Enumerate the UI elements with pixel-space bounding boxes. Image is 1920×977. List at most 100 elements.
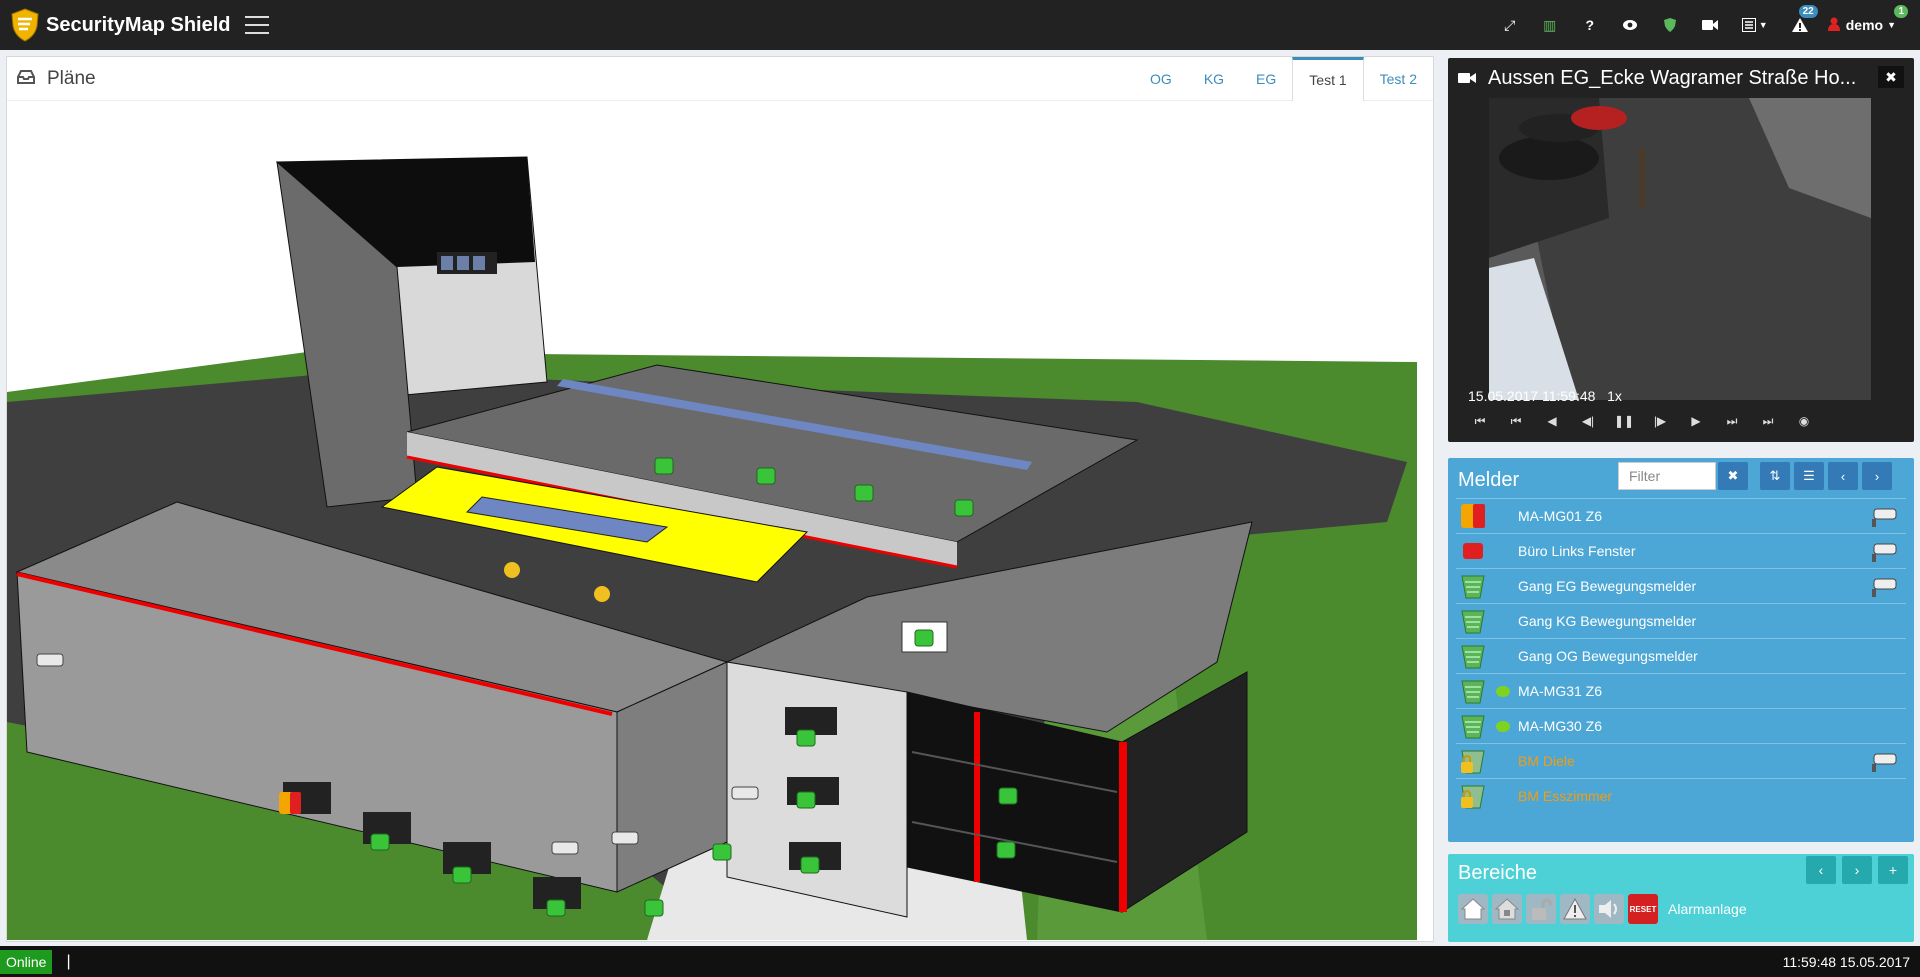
step-forward-icon[interactable]: ⏭ [1714, 410, 1750, 432]
eye-icon[interactable]: ◉ [1786, 410, 1822, 432]
building-3d-plan[interactable] [7, 102, 1421, 940]
area-actions: RESET Alarmanlage [1458, 894, 1747, 924]
camera-icon[interactable] [1870, 540, 1898, 562]
detector-icon [1461, 680, 1485, 704]
locked-detector-icon [1461, 750, 1485, 774]
melder-label: BM Diele [1518, 753, 1575, 769]
app-title: SecurityMap Shield [46, 13, 231, 36]
brand[interactable]: SecurityMap Shield [0, 8, 231, 42]
comment-icon [1496, 685, 1510, 697]
detector-icon [1461, 645, 1485, 669]
locked-detector-icon [1461, 785, 1485, 809]
command-input[interactable]: | [66, 953, 70, 971]
camera-video[interactable] [1489, 98, 1871, 400]
melder-label: Gang OG Bewegungsmelder [1518, 648, 1698, 664]
plans-title: Pläne [47, 67, 96, 89]
melder-panel: Melder Filter ✖ ⇅ ☰ ‹ › MA-MG01 Z6 Büro … [1448, 458, 1914, 842]
list-item[interactable]: Gang EG Bewegungsmelder [1456, 568, 1906, 603]
melder-label: Gang EG Bewegungsmelder [1518, 578, 1697, 594]
video-camera-icon[interactable] [1690, 0, 1730, 50]
frame-forward-icon[interactable]: |▶ [1642, 410, 1678, 432]
melder-label: MA-MG30 Z6 [1518, 718, 1603, 734]
camera-icon[interactable] [1870, 575, 1898, 597]
skip-first-icon[interactable]: ⏮ [1462, 410, 1498, 432]
camera-panel: Aussen EG_Ecke Wagramer Straße Ho... ✖ 1… [1448, 58, 1914, 442]
melder-label: Gang KG Bewegungsmelder [1518, 613, 1697, 629]
tab-eg[interactable]: EG [1240, 57, 1292, 101]
warning-icon[interactable] [1560, 894, 1590, 924]
play-icon[interactable]: ▶ [1678, 410, 1714, 432]
camera-icon[interactable] [1870, 505, 1898, 527]
step-back-icon[interactable]: ⏮ [1498, 410, 1534, 432]
plans-header: Pläne OG KG EG Test 1 Test 2 [7, 56, 1433, 101]
sidebar-toggle-button[interactable] [244, 16, 269, 34]
tab-kg[interactable]: KG [1188, 57, 1240, 101]
unlock-icon[interactable] [1526, 894, 1556, 924]
reset-button[interactable]: RESET [1628, 894, 1658, 924]
bereiche-title: Bereiche [1458, 862, 1537, 884]
list-item[interactable]: MA-MG31 Z6 [1456, 673, 1906, 708]
list-view-button[interactable]: ☰ [1794, 462, 1824, 490]
melder-label: MA-MG01 Z6 [1518, 508, 1603, 524]
siren-sound-icon[interactable] [1594, 894, 1624, 924]
arm-partial-icon[interactable] [1492, 894, 1522, 924]
filter-input[interactable]: Filter [1618, 462, 1716, 490]
previous-page-button[interactable]: ‹ [1828, 462, 1858, 490]
melder-label: MA-MG31 Z6 [1518, 683, 1603, 699]
list-item[interactable]: Büro Links Fenster [1456, 533, 1906, 568]
camera-close-button[interactable]: ✖ [1878, 66, 1904, 88]
top-navbar: SecurityMap Shield ⤢ ▥ ? ▼ 22 demo ▼ 1 [0, 0, 1920, 50]
sort-button[interactable]: ⇅ [1760, 462, 1790, 490]
inbox-icon [17, 70, 35, 84]
status-bar: Online | 11:59:48 15.05.2017 [0, 946, 1920, 977]
camera-header: Aussen EG_Ecke Wagramer Straße Ho... [1448, 58, 1914, 98]
skip-last-icon[interactable]: ⏭ [1750, 410, 1786, 432]
melder-label: BM Esszimmer [1518, 788, 1613, 804]
frame-back-icon[interactable]: ◀| [1570, 410, 1606, 432]
pause-icon[interactable]: ❚❚ [1606, 410, 1642, 432]
map-icon[interactable]: ▥ [1530, 0, 1570, 50]
shield-icon[interactable] [1650, 0, 1690, 50]
alarm-status-icon [1463, 543, 1483, 559]
connection-status: Online [0, 949, 53, 974]
list-item[interactable]: Gang KG Bewegungsmelder [1456, 603, 1906, 638]
clear-filter-button[interactable]: ✖ [1718, 462, 1748, 490]
help-icon[interactable]: ? [1570, 0, 1610, 50]
camera-feed-image [1489, 98, 1871, 400]
list-item[interactable]: MA-MG01 Z6 [1456, 498, 1906, 533]
next-area-button[interactable]: › [1842, 856, 1872, 884]
shield-logo-icon [11, 8, 39, 42]
area-label: Alarmanlage [1668, 901, 1747, 917]
list-item[interactable]: BM Esszimmer [1456, 778, 1906, 813]
tab-test-1[interactable]: Test 1 [1292, 56, 1364, 101]
next-page-button[interactable]: › [1862, 462, 1892, 490]
user-menu[interactable]: demo ▼ 1 [1820, 0, 1910, 50]
list-item[interactable]: MA-MG30 Z6 [1456, 708, 1906, 743]
report-menu-icon[interactable]: ▼ [1730, 0, 1780, 50]
tab-og[interactable]: OG [1134, 57, 1188, 101]
camera-controls: ⏮ ⏮ ◀ ◀| ❚❚ |▶ ▶ ⏭ ⏭ ◉ [1462, 410, 1822, 432]
arm-home-icon[interactable] [1458, 894, 1488, 924]
comment-icon [1496, 720, 1510, 732]
detector-icon [1461, 715, 1485, 739]
rewind-icon[interactable]: ◀ [1534, 410, 1570, 432]
melder-list: MA-MG01 Z6 Büro Links Fenster Gang EG Be… [1456, 498, 1906, 813]
tab-test-2[interactable]: Test 2 [1364, 57, 1433, 101]
user-badge: 1 [1894, 5, 1908, 18]
list-item[interactable]: BM Diele [1456, 743, 1906, 778]
plans-panel: Pläne OG KG EG Test 1 Test 2 [6, 56, 1434, 942]
video-camera-icon [1458, 73, 1476, 83]
camera-speed: 1x [1607, 388, 1622, 404]
camera-icon[interactable] [1870, 750, 1898, 772]
user-icon [1827, 17, 1840, 34]
detector-icon [1461, 575, 1485, 599]
eye-icon[interactable] [1610, 0, 1650, 50]
fullscreen-icon[interactable]: ⤢ [1490, 0, 1530, 50]
alarm-status-icon [1461, 504, 1485, 528]
detector-icon [1461, 610, 1485, 634]
add-area-button[interactable]: + [1878, 856, 1908, 884]
previous-area-button[interactable]: ‹ [1806, 856, 1836, 884]
alerts-badge: 22 [1798, 5, 1818, 18]
alerts-icon[interactable]: 22 [1780, 0, 1820, 50]
list-item[interactable]: Gang OG Bewegungsmelder [1456, 638, 1906, 673]
